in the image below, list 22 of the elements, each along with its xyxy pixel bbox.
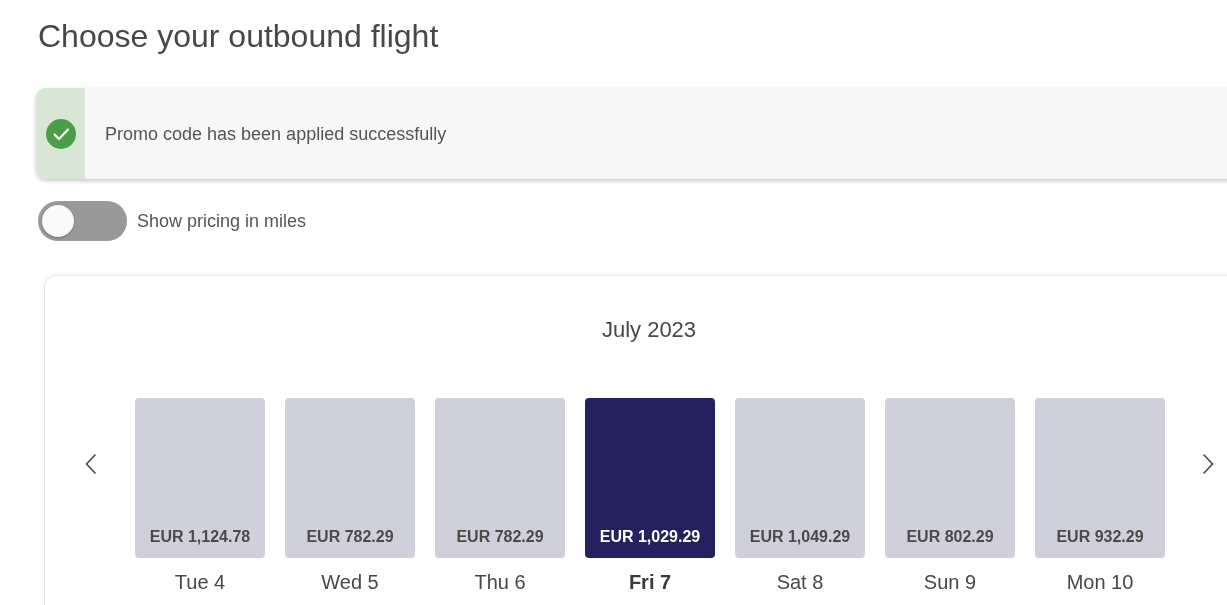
day-label: Fri 7	[628, 570, 672, 594]
date-tile[interactable]: EUR 1,049.29	[735, 398, 865, 558]
date-tile[interactable]: EUR 782.29	[285, 398, 415, 558]
month-label: July 2023	[601, 316, 697, 344]
date-tile[interactable]: EUR 802.29	[885, 398, 1015, 558]
chevron-right-icon	[1202, 454, 1214, 474]
date-tile[interactable]: EUR 1,124.78	[135, 398, 265, 558]
date-tile[interactable]: EUR 782.29	[435, 398, 565, 558]
chevron-left-icon	[84, 454, 96, 474]
date-tile[interactable]: EUR 932.29	[1035, 398, 1165, 558]
date-tile[interactable]: EUR 1,029.29	[585, 398, 715, 558]
page-title: Choose your outbound flight	[37, 17, 439, 56]
alert-message: Promo code has been applied successfully	[105, 122, 447, 146]
toggle-switch[interactable]	[38, 201, 127, 241]
day-label: Thu 6	[474, 570, 526, 594]
check-circle-icon	[45, 118, 76, 149]
day-label: Sat 8	[776, 570, 824, 594]
toggle-label: Show pricing in miles	[137, 210, 307, 233]
day-label: Mon 10	[1066, 570, 1134, 594]
day-label: Sun 9	[923, 570, 977, 594]
day-label: Tue 4	[174, 570, 226, 594]
day-label: Wed 5	[321, 570, 379, 594]
